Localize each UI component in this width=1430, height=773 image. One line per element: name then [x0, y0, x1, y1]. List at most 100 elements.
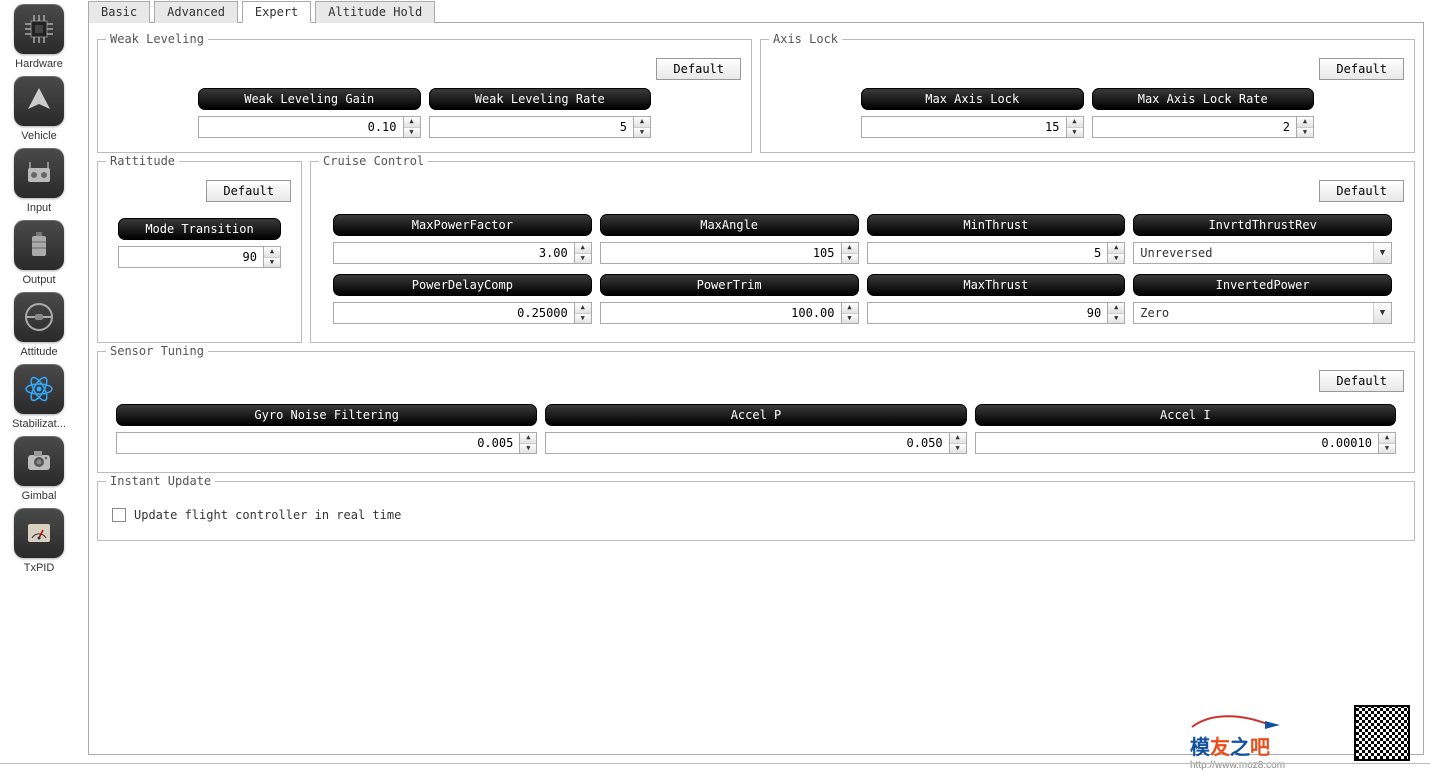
spin-up-icon[interactable]: ▲ — [1297, 117, 1313, 128]
spinbox[interactable]: ▲▼ — [600, 302, 859, 324]
tab-expert[interactable]: Expert — [242, 1, 311, 23]
field-gyro-noise-filtering: Gyro Noise Filtering ▲▼ — [116, 404, 537, 454]
default-button[interactable]: Default — [206, 180, 291, 202]
checkbox-update-realtime[interactable]: Update flight controller in real time — [108, 500, 1404, 530]
spinbox[interactable]: ▲▼ — [867, 242, 1126, 264]
spin-up-icon[interactable]: ▲ — [404, 117, 420, 128]
sidebar-item-gimbal[interactable]: Gimbal — [0, 432, 78, 504]
spin-down-icon[interactable]: ▼ — [634, 128, 650, 138]
field-powertrim: PowerTrim ▲▼ — [600, 274, 859, 324]
spinbox[interactable]: ▲▼ — [198, 116, 421, 138]
spin-up-icon[interactable]: ▲ — [1067, 117, 1083, 128]
powertrim-input[interactable] — [600, 302, 841, 324]
powerdelaycomp-input[interactable] — [333, 302, 574, 324]
sidebar-item-stabilization[interactable]: Stabilizat... — [0, 360, 78, 432]
sidebar-label: Input — [27, 202, 51, 214]
accel-p-input[interactable] — [545, 432, 948, 454]
label: MaxPowerFactor — [333, 214, 592, 236]
checkbox-icon[interactable] — [112, 508, 126, 522]
sidebar-item-attitude[interactable]: Attitude — [0, 288, 78, 360]
spinbox[interactable]: ▲▼ — [333, 242, 592, 264]
bottom-tabs — [0, 763, 1430, 773]
max-axis-lock-rate-input[interactable] — [1092, 116, 1297, 138]
minthrust-input[interactable] — [867, 242, 1108, 264]
watermark-qr-icon — [1354, 705, 1410, 761]
chevron-down-icon[interactable]: ▼ — [1373, 303, 1391, 323]
spin-down-icon[interactable]: ▼ — [404, 128, 420, 138]
mode-transition-input[interactable] — [118, 246, 263, 268]
field-accel-i: Accel I ▲▼ — [975, 404, 1396, 454]
group-weak-leveling: Weak Leveling Default Weak Leveling Gain… — [97, 39, 752, 153]
spin-up-icon[interactable]: ▲ — [1108, 303, 1124, 314]
spinbox[interactable]: ▲▼ — [867, 302, 1126, 324]
tab-altitude-hold[interactable]: Altitude Hold — [315, 1, 435, 23]
default-button[interactable]: Default — [1319, 180, 1404, 202]
maxthrust-input[interactable] — [867, 302, 1108, 324]
spinbox[interactable]: ▲▼ — [861, 116, 1084, 138]
maxpowerfactor-input[interactable] — [333, 242, 574, 264]
spin-up-icon[interactable]: ▲ — [575, 303, 591, 314]
max-axis-lock-input[interactable] — [861, 116, 1066, 138]
spin-down-icon[interactable]: ▼ — [1067, 128, 1083, 138]
spin-up-icon[interactable]: ▲ — [950, 433, 966, 444]
group-axis-lock: Axis Lock Default Max Axis Lock ▲▼ Max A… — [760, 39, 1415, 153]
spin-up-icon[interactable]: ▲ — [842, 303, 858, 314]
spinbox[interactable]: ▲▼ — [118, 246, 281, 268]
spin-down-icon[interactable]: ▼ — [1108, 314, 1124, 324]
sidebar-item-vehicle[interactable]: Vehicle — [0, 72, 78, 144]
spin-down-icon[interactable]: ▼ — [1108, 254, 1124, 264]
tab-advanced[interactable]: Advanced — [154, 1, 238, 23]
spinbox[interactable]: ▲▼ — [1092, 116, 1315, 138]
invrtdthrustrev-dropdown[interactable]: Unreversed▼ — [1133, 242, 1392, 264]
spin-down-icon[interactable]: ▼ — [950, 444, 966, 454]
spinbox[interactable]: ▲▼ — [429, 116, 652, 138]
spin-up-icon[interactable]: ▲ — [634, 117, 650, 128]
spin-down-icon[interactable]: ▼ — [575, 314, 591, 324]
accel-i-input[interactable] — [975, 432, 1378, 454]
spin-down-icon[interactable]: ▼ — [842, 314, 858, 324]
spinbox[interactable]: ▲▼ — [333, 302, 592, 324]
label: Weak Leveling Rate — [429, 88, 652, 110]
spin-up-icon[interactable]: ▲ — [264, 247, 280, 258]
spin-down-icon[interactable]: ▼ — [520, 444, 536, 454]
group-title: Weak Leveling — [106, 32, 208, 46]
spinbox[interactable]: ▲▼ — [116, 432, 537, 454]
sidebar-item-hardware[interactable]: Hardware — [0, 0, 78, 72]
sidebar-item-output[interactable]: Output — [0, 216, 78, 288]
spin-up-icon[interactable]: ▲ — [842, 243, 858, 254]
spin-down-icon[interactable]: ▼ — [842, 254, 858, 264]
spin-up-icon[interactable]: ▲ — [1108, 243, 1124, 254]
spinbox[interactable]: ▲▼ — [545, 432, 966, 454]
spin-down-icon[interactable]: ▼ — [1297, 128, 1313, 138]
default-button[interactable]: Default — [1319, 370, 1404, 392]
label: PowerDelayComp — [333, 274, 592, 296]
weak-leveling-rate-input[interactable] — [429, 116, 634, 138]
spin-up-icon[interactable]: ▲ — [1379, 433, 1395, 444]
tab-basic[interactable]: Basic — [88, 1, 150, 23]
spin-up-icon[interactable]: ▲ — [520, 433, 536, 444]
spin-down-icon[interactable]: ▼ — [575, 254, 591, 264]
spin-down-icon[interactable]: ▼ — [264, 258, 280, 268]
spinbox[interactable]: ▲▼ — [975, 432, 1396, 454]
spin-up-icon[interactable]: ▲ — [575, 243, 591, 254]
weak-leveling-gain-input[interactable] — [198, 116, 403, 138]
sidebar-label: Output — [22, 274, 55, 286]
plane-icon — [14, 76, 64, 126]
group-title: Sensor Tuning — [106, 344, 208, 358]
gyro-noise-input[interactable] — [116, 432, 519, 454]
maxangle-input[interactable] — [600, 242, 841, 264]
field-accel-p: Accel P ▲▼ — [545, 404, 966, 454]
sidebar-item-input[interactable]: Input — [0, 144, 78, 216]
field-maxthrust: MaxThrust ▲▼ — [867, 274, 1126, 324]
spin-down-icon[interactable]: ▼ — [1379, 444, 1395, 454]
field-maxangle: MaxAngle ▲▼ — [600, 214, 859, 264]
invertedpower-dropdown[interactable]: Zero▼ — [1133, 302, 1392, 324]
default-button[interactable]: Default — [656, 58, 741, 80]
chevron-down-icon[interactable]: ▼ — [1373, 243, 1391, 263]
sidebar-item-txpid[interactable]: TxPID — [0, 504, 78, 576]
motor-icon — [14, 220, 64, 270]
spinbox[interactable]: ▲▼ — [600, 242, 859, 264]
field-max-axis-lock: Max Axis Lock ▲▼ — [861, 88, 1084, 138]
field-minthrust: MinThrust ▲▼ — [867, 214, 1126, 264]
default-button[interactable]: Default — [1319, 58, 1404, 80]
